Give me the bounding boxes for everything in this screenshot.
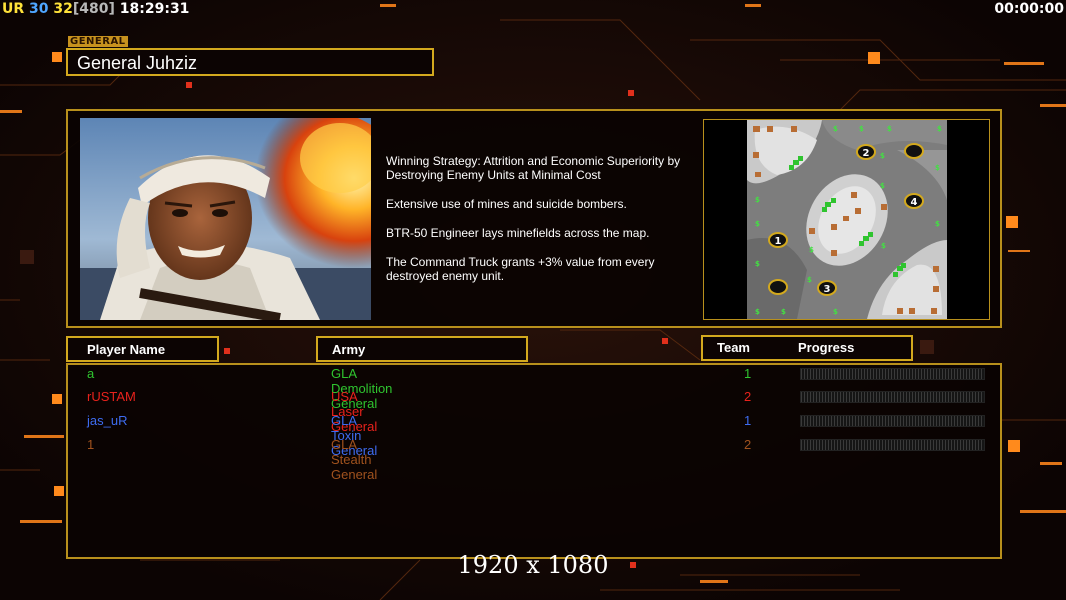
player-name: rUSTAM <box>87 389 136 404</box>
description-line-command-truck: The Command Truck grants +3% value from … <box>386 255 655 283</box>
hud-counter-a: 30 <box>29 1 49 17</box>
svg-text:$: $ <box>937 125 942 133</box>
hud-ur-label: UR <box>2 1 25 17</box>
start-slot-1[interactable]: 1 <box>775 236 782 247</box>
svg-text:$: $ <box>833 308 838 316</box>
svg-text:$: $ <box>755 196 760 204</box>
header-team-progress: Team Progress <box>701 335 913 361</box>
hud-status-counter: UR 30 32[480] 18:29:31 <box>2 1 189 17</box>
svg-text:$: $ <box>781 308 786 316</box>
player-progress-bar <box>800 368 985 380</box>
start-slot-2[interactable]: 2 <box>863 148 870 159</box>
hud-counter-b: 32 <box>53 1 73 17</box>
general-description: Winning Strategy: Attrition and Economic… <box>386 154 696 298</box>
start-slot-3[interactable]: 3 <box>824 284 831 295</box>
header-progress-label: Progress <box>798 340 855 355</box>
player-team: 1 <box>744 366 752 381</box>
svg-text:$: $ <box>755 308 760 316</box>
general-portrait-image <box>80 118 371 320</box>
start-slot-empty[interactable] <box>768 279 788 295</box>
hud-clock: 18:29:31 <box>119 1 190 17</box>
svg-text:$: $ <box>809 246 814 254</box>
general-title-box: General Juhziz <box>66 48 434 76</box>
general-tag: GENERAL <box>68 36 128 47</box>
player-team: 1 <box>744 413 752 428</box>
description-line-mines: Extensive use of mines and suicide bombe… <box>386 197 627 211</box>
player-team: 2 <box>744 437 752 452</box>
player-army: GLA Stealth General <box>331 437 378 482</box>
svg-text:$: $ <box>807 276 812 284</box>
minimap-terrain: $ $ $ $ $ $ $ $ $ $ $ $ $ $ $ $ $ 2 4 1 3 <box>747 120 947 319</box>
player-name: 1 <box>87 437 95 452</box>
start-slot-4[interactable]: 4 <box>911 197 918 208</box>
svg-text:$: $ <box>833 125 838 133</box>
hud-counter-bracket: [480] <box>72 1 115 17</box>
player-progress-bar <box>800 415 985 427</box>
description-line-strategy: Winning Strategy: Attrition and Economic… <box>386 154 681 182</box>
header-team-label: Team <box>717 340 750 355</box>
header-player-name-label: Player Name <box>87 342 166 357</box>
resolution-overlay: 1920 x 1080 <box>457 551 609 579</box>
svg-text:$: $ <box>755 220 760 228</box>
svg-text:$: $ <box>887 125 892 133</box>
svg-text:$: $ <box>880 182 885 190</box>
header-army-label: Army <box>332 342 366 357</box>
game-timer: 00:00:00 <box>994 1 1064 17</box>
svg-text:$: $ <box>880 152 885 160</box>
player-name: jas_uR <box>87 413 128 428</box>
player-progress-bar <box>800 391 985 403</box>
svg-text:$: $ <box>881 242 886 250</box>
general-portrait <box>80 118 371 320</box>
start-slot-empty[interactable] <box>904 143 924 159</box>
svg-text:$: $ <box>755 260 760 268</box>
header-player-name: Player Name <box>66 336 219 362</box>
general-name: General Juhziz <box>77 53 198 73</box>
player-progress-bar <box>800 439 985 451</box>
minimap[interactable]: $ $ $ $ $ $ $ $ $ $ $ $ $ $ $ $ $ 2 4 1 3 <box>747 120 947 319</box>
svg-text:$: $ <box>859 125 864 133</box>
header-army: Army <box>316 336 528 362</box>
svg-text:$: $ <box>935 164 940 172</box>
player-team: 2 <box>744 389 752 404</box>
player-name: a <box>87 366 95 381</box>
description-line-engineer: BTR-50 Engineer lays minefields across t… <box>386 226 650 240</box>
svg-text:$: $ <box>935 220 940 228</box>
